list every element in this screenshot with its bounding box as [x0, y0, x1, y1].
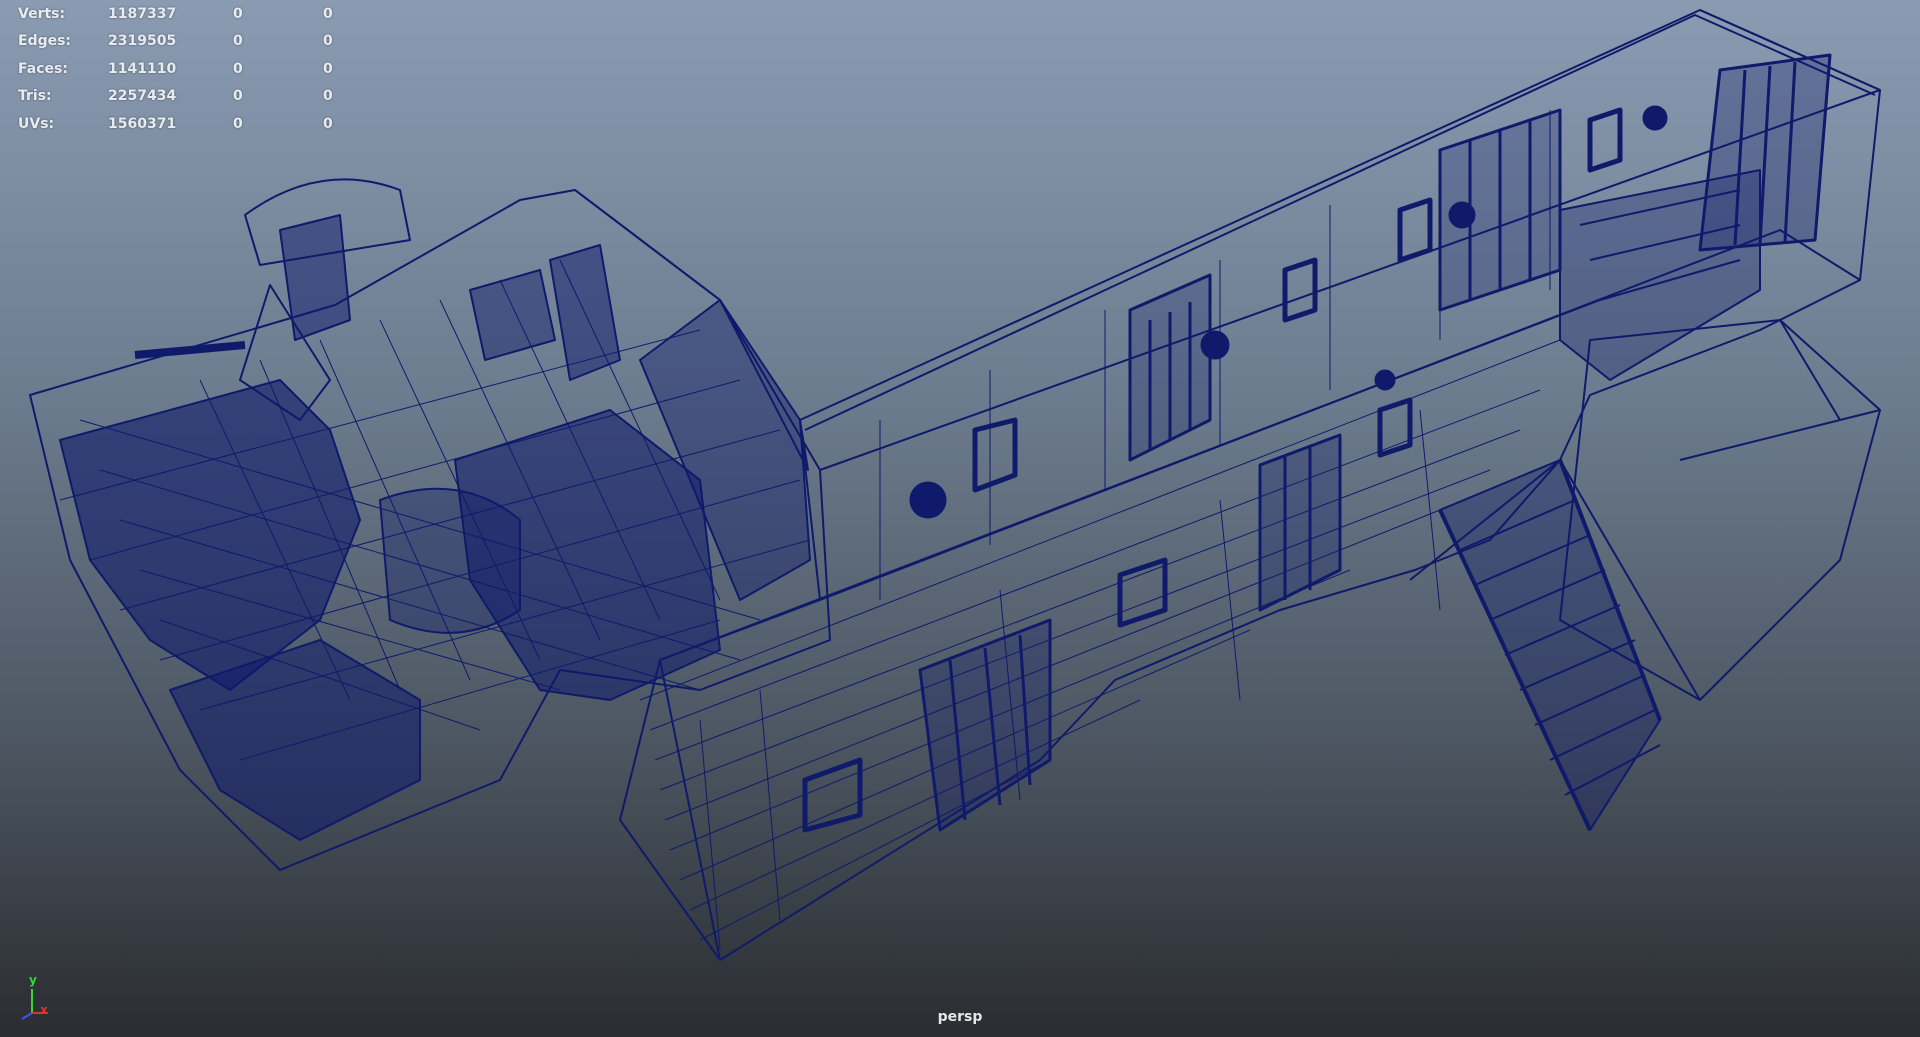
hud-selected-count: 0 [233, 115, 243, 132]
hud-component-count: 0 [323, 60, 333, 77]
wireframe-building-model[interactable] [0, 0, 1920, 1037]
hud-selected-count: 0 [233, 60, 243, 77]
hud-value: 2319505 [108, 33, 177, 50]
hud-row-tris: Tris: 2257434 0 0 [18, 83, 378, 111]
hud-selected-count: 0 [233, 33, 243, 50]
hud-component-count: 0 [323, 5, 333, 22]
hud-row-faces: Faces: 1141110 0 0 [18, 55, 378, 83]
hud-value: 1141110 [108, 60, 177, 77]
hud-component-count: 0 [323, 88, 333, 105]
3d-viewport[interactable]: Verts: 1187337 0 0 Edges: 2319505 0 0 Fa… [0, 0, 1920, 1037]
hud-component-count: 0 [323, 33, 333, 50]
staircase-mesh [1438, 459, 1662, 831]
left-wing-mesh [29, 178, 831, 871]
upper-balcony-mesh [1559, 169, 1761, 381]
poly-count-hud: Verts: 1187337 0 0 Edges: 2319505 0 0 Fa… [18, 0, 378, 138]
hud-row-uvs: UVs: 1560371 0 0 [18, 110, 378, 138]
hud-component-count: 0 [323, 115, 333, 132]
hud-label: Tris: [18, 88, 52, 105]
hud-row-verts: Verts: 1187337 0 0 [18, 0, 378, 28]
hud-value: 1560371 [108, 115, 177, 132]
hud-selected-count: 0 [233, 5, 243, 22]
y-axis-label: y [29, 973, 37, 987]
camera-name-label: persp [937, 1009, 983, 1025]
hud-label: Verts: [18, 5, 66, 22]
hud-value: 1187337 [108, 5, 177, 22]
hud-label: Faces: [18, 60, 68, 77]
hud-row-edges: Edges: 2319505 0 0 [18, 28, 378, 56]
hud-selected-count: 0 [233, 88, 243, 105]
front-wall-doors [918, 433, 1342, 832]
hud-label: UVs: [18, 115, 55, 132]
hud-value: 2257434 [108, 88, 177, 105]
hud-label: Edges: [18, 33, 72, 50]
